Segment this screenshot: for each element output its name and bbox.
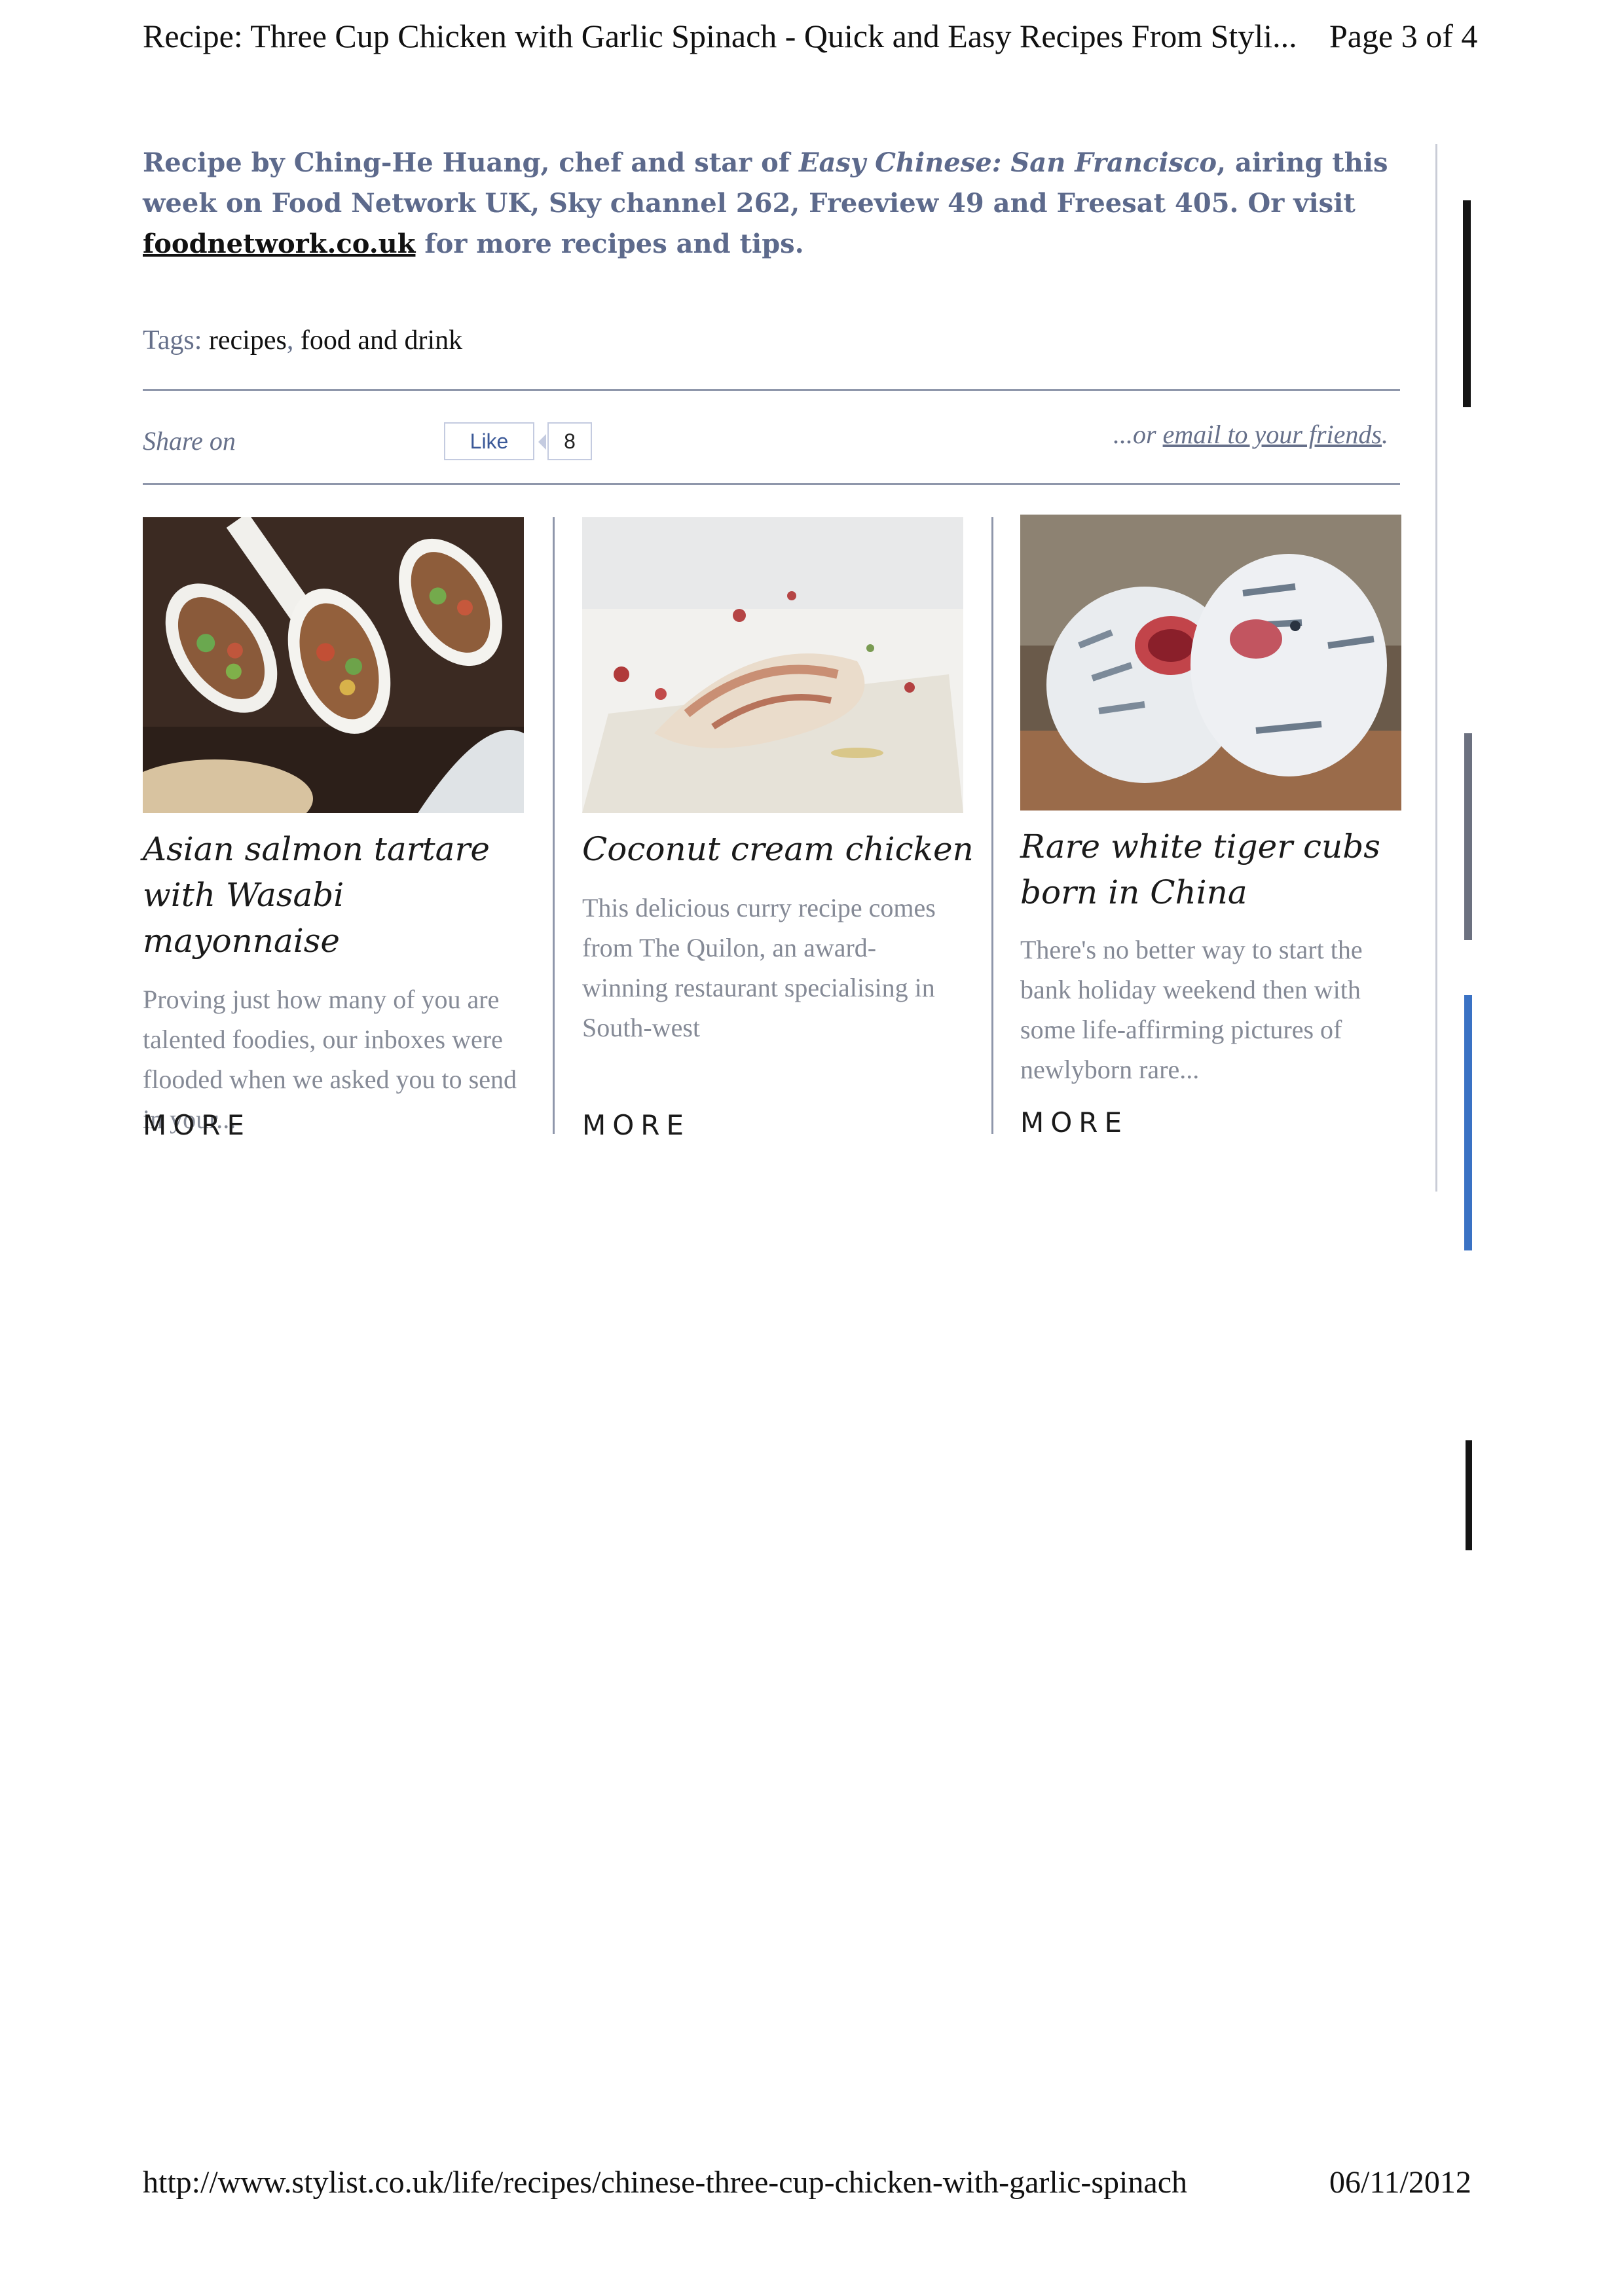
card-desc-tigers: There's no better way to start the bank … (1020, 935, 1363, 1084)
print-footer-url: http://www.stylist.co.uk/life/recipes/ch… (143, 2165, 1187, 2200)
email-prefix: ...or (1113, 420, 1163, 449)
card-desc-coconut: This delicious curry recipe comes from T… (582, 893, 936, 1042)
card-more-tigers[interactable]: More (1020, 1106, 1128, 1139)
card-image-salmon[interactable] (143, 517, 524, 813)
scrollbar-dark-segment[interactable] (1463, 200, 1471, 407)
card-more-coconut[interactable]: More (582, 1109, 690, 1141)
facebook-like-button[interactable]: Like (444, 422, 534, 460)
print-footer-date: 06/11/2012 (1329, 2165, 1471, 2200)
card-title-salmon[interactable]: Asian salmon tartare with Wasabi mayonna… (143, 826, 536, 964)
credit-suffix: for more recipes and tips. (415, 228, 804, 259)
print-page-number: Page 3 of 4 (1329, 18, 1478, 54)
divider-share (143, 483, 1400, 485)
tag-separator: , (286, 325, 301, 355)
card-more-salmon[interactable]: More (143, 1109, 251, 1141)
scrollbar-blue-segment[interactable] (1464, 995, 1472, 1250)
print-header-title: Recipe: Three Cup Chicken with Garlic Sp… (143, 18, 1297, 54)
white-tiger-cubs-photo (1020, 515, 1401, 811)
column-divider-2 (991, 517, 993, 1134)
card-title-tigers[interactable]: Rare white tiger cubs born in China (1020, 824, 1413, 915)
coconut-chicken-plate-photo (582, 517, 963, 813)
share-label: Share on (143, 426, 236, 456)
divider-top (143, 389, 1400, 391)
scrollbar-black-segment[interactable] (1466, 1440, 1472, 1550)
show-name: Easy Chinese: San Francisco (799, 147, 1217, 178)
foodnetwork-link[interactable]: foodnetwork.co.uk (143, 228, 415, 259)
email-suffix: . (1382, 420, 1388, 449)
like-count: 8 (538, 422, 592, 460)
card-image-tigers[interactable] (1020, 515, 1401, 811)
tags-label: Tags: (143, 325, 209, 355)
email-friends-link[interactable]: email to your friends (1163, 420, 1382, 449)
card-image-coconut[interactable] (582, 517, 963, 813)
tags-row: Tags: recipes, food and drink (143, 325, 462, 356)
sidebar-edge-line (1435, 144, 1437, 1192)
recipe-credit: Recipe by Ching-He Huang, chef and star … (143, 143, 1400, 264)
credit-prefix: Recipe by Ching-He Huang, chef and star … (143, 147, 799, 178)
column-divider-1 (553, 517, 555, 1134)
email-share: ...or email to your friends. (1113, 419, 1388, 450)
scrollbar-gray-segment[interactable] (1464, 733, 1472, 940)
tag-recipes[interactable]: recipes (209, 325, 287, 355)
card-title-coconut[interactable]: Coconut cream chicken (582, 826, 975, 872)
tag-food-and-drink[interactable]: food and drink (301, 325, 462, 355)
salmon-tartare-spoons-photo (143, 517, 524, 813)
